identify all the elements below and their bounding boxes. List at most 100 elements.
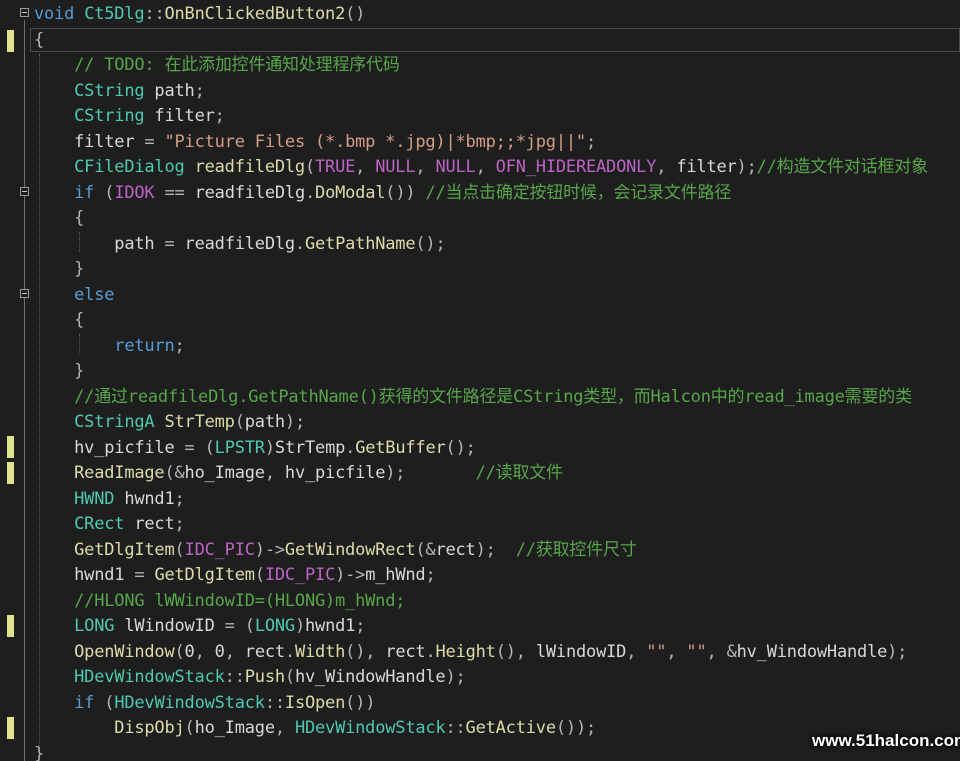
code-token: .	[284, 641, 295, 662]
code-line[interactable]: }	[34, 359, 84, 384]
code-token: rect	[244, 641, 285, 662]
code-line[interactable]: else	[34, 283, 114, 308]
code-token: filter	[676, 157, 737, 177]
code-token: hv_WindowHandle	[736, 641, 888, 662]
code-line[interactable]: if (HDevWindowStack::IsOpen())	[34, 691, 375, 716]
code-token: .	[305, 182, 316, 203]
code-token: ,	[626, 641, 647, 662]
code-line[interactable]: GetDlgItem(IDC_PIC)->GetWindowRect(&rect…	[34, 538, 637, 563]
code-token: ,	[666, 641, 687, 662]
code-token: rect	[124, 514, 175, 534]
code-token: filter	[144, 106, 215, 126]
code-token: IDC_PIC	[184, 539, 255, 560]
code-line[interactable]: CString filter;	[34, 104, 225, 129]
code-line[interactable]: path = readfileDlg.GetPathName();	[34, 232, 445, 257]
change-marker	[7, 615, 14, 637]
code-token: // TODO: 在此添加控件通知处理程序代码	[74, 55, 400, 75]
code-token: ReadImage	[74, 463, 165, 483]
code-line[interactable]: HWND hwnd1;	[34, 487, 185, 512]
code-token: =	[134, 565, 145, 585]
collapse-icon[interactable]	[20, 289, 29, 298]
code-line[interactable]: }	[34, 742, 44, 761]
code-token: (&	[164, 463, 185, 483]
code-line[interactable]: // TODO: 在此添加控件通知处理程序代码	[34, 53, 400, 78]
code-line[interactable]: return;	[34, 334, 184, 359]
code-line[interactable]: CStringA StrTemp(path);	[34, 410, 305, 435]
code-line[interactable]: {	[34, 308, 84, 333]
code-line[interactable]: ReadImage(&ho_Image, hv_picfile); //读取文件	[34, 461, 563, 486]
code-line[interactable]: DispObj(ho_Image, HDevWindowStack::GetAc…	[34, 716, 596, 741]
code-line[interactable]: //HLONG lWWindowID=(HLONG)m_hWnd;	[34, 589, 405, 614]
code-token: TRUE	[315, 157, 356, 177]
change-marker	[7, 717, 14, 739]
code-line[interactable]: CFileDialog readfileDlg(TRUE, NULL, NULL…	[34, 155, 928, 180]
code-token: ::	[144, 4, 165, 24]
code-editor[interactable]: void Ct5Dlg::OnBnClickedButton2(){ // TO…	[0, 0, 960, 761]
code-token: ();	[445, 437, 476, 458]
code-line[interactable]: void Ct5Dlg::OnBnClickedButton2()	[34, 2, 365, 27]
code-token: ();	[415, 233, 446, 254]
code-token: )->	[254, 539, 285, 560]
collapse-icon[interactable]	[20, 8, 29, 17]
code-token: {	[34, 29, 45, 50]
code-token: m_hWnd	[365, 565, 426, 585]
code-token: {	[74, 208, 85, 228]
code-line[interactable]: {	[34, 28, 44, 53]
current-line-highlight	[30, 28, 960, 52]
code-token: OnBnClickedButton2	[164, 4, 346, 24]
code-token: NULL	[375, 157, 416, 177]
code-token: GetActive	[465, 718, 557, 738]
code-token: rect	[385, 641, 426, 662]
code-token: =	[184, 437, 195, 458]
code-token: ());	[555, 718, 597, 738]
code-line[interactable]: CString path;	[34, 79, 205, 104]
collapse-icon[interactable]	[20, 187, 29, 196]
code-token: if	[74, 182, 95, 203]
code-line[interactable]: {	[34, 206, 84, 231]
code-line[interactable]: hwnd1 = GetDlgItem(IDC_PIC)->m_hWnd;	[34, 563, 436, 588]
code-token: ,	[264, 463, 285, 483]
code-token: ;	[355, 616, 366, 636]
code-token: (),	[345, 641, 386, 662]
code-line[interactable]: LONG lWindowID = (LONG)hwnd1;	[34, 614, 365, 639]
code-token: ())	[345, 692, 376, 713]
code-token: void	[34, 4, 75, 24]
code-line[interactable]: if (IDOK == readfileDlg.DoModal()) //当点击…	[34, 181, 731, 206]
code-token: filter	[34, 131, 145, 152]
code-token: (	[184, 718, 195, 738]
code-token: .	[425, 641, 436, 662]
code-token: if	[74, 692, 95, 713]
code-token: "Picture Files (*.bmp *.jpg)|*bmp;;*jpg|…	[164, 131, 586, 152]
code-line[interactable]: HDevWindowStack::Push(hv_WindowHandle);	[34, 665, 466, 690]
code-token: StrTemp	[164, 412, 235, 432]
code-token: ::	[224, 667, 245, 687]
code-line[interactable]: hv_picfile = (LPSTR)StrTemp.GetBuffer();	[34, 436, 476, 461]
code-token: ;	[174, 514, 185, 534]
code-line[interactable]: filter = "Picture Files (*.bmp *.jpg)|*b…	[34, 130, 596, 155]
code-line[interactable]: //通过readfileDlg.GetPathName()获得的文件路径是CSt…	[34, 385, 912, 410]
code-token: );	[736, 157, 757, 177]
code-token: Push	[244, 667, 285, 687]
code-line[interactable]: CRect rect;	[34, 512, 185, 537]
code-token: =	[164, 233, 175, 254]
code-token: IDC_PIC	[264, 565, 336, 585]
code-line[interactable]: }	[34, 257, 84, 282]
code-token: LONG	[254, 616, 295, 636]
code-line[interactable]: OpenWindow(0, 0, rect.Width(), rect.Heig…	[34, 640, 907, 665]
